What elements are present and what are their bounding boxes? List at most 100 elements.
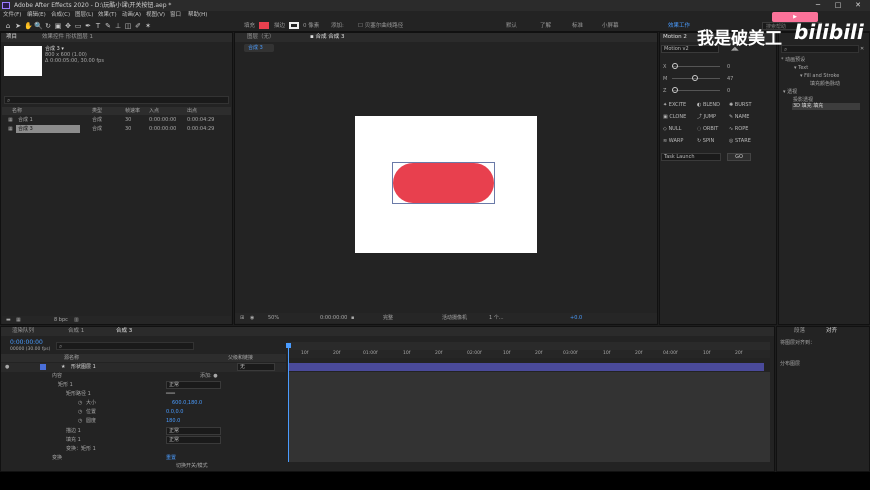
menu-file[interactable]: 文件(F) (3, 11, 21, 20)
stopwatch-icon[interactable]: ◷ (78, 399, 82, 407)
tree-3d-fill[interactable]: 3D 填充 填充 (793, 102, 823, 110)
text-tool-icon[interactable]: T (94, 22, 102, 30)
rope-button[interactable]: ∿ ROPE (729, 125, 748, 133)
minimize-button[interactable]: ─ (810, 0, 826, 11)
slider-x-track[interactable] (672, 66, 720, 67)
tab-layer-none[interactable]: 图层（无） (247, 33, 275, 42)
stopwatch-icon[interactable]: ◷ (78, 417, 82, 425)
menu-animation[interactable]: 动画(A) (122, 11, 141, 20)
brush-tool-icon[interactable]: ✎ (104, 22, 112, 30)
workspace-effects[interactable]: 效果工作 (668, 21, 690, 31)
pen-tool-icon[interactable]: ✒ (84, 22, 92, 30)
slider-y-value[interactable]: 47 (727, 75, 733, 83)
warp-button[interactable]: ≋ WARP (663, 137, 683, 145)
stare-button[interactable]: ◎ STARE (729, 137, 751, 145)
maximize-button[interactable]: □ (830, 0, 846, 11)
slider-z-handle[interactable] (672, 87, 678, 93)
camera-icon[interactable]: ▪ (351, 314, 354, 322)
col-source-name[interactable]: 源名称 (64, 354, 79, 362)
tab-render-queue[interactable]: 渲染队列 (12, 327, 34, 336)
task-launch-dropdown[interactable]: Task Launch (661, 153, 721, 161)
tree-animation-presets[interactable]: * 动画预设 (781, 56, 805, 64)
menu-effect[interactable]: 效果(T) (98, 11, 117, 20)
prop-rect-path[interactable]: 矩形路径 1 (66, 390, 91, 398)
tab-effect-controls[interactable]: 效果控件 形状图层 1 (42, 33, 93, 42)
spin-button[interactable]: ↻ SPIN (697, 137, 714, 145)
tree-fill-stroke[interactable]: ▾ Fill and Stroke (800, 72, 839, 80)
slider-x-value[interactable]: 0 (727, 63, 730, 71)
workspace-learn[interactable]: 了解 (540, 21, 551, 31)
col-in[interactable]: 入点 (149, 107, 159, 115)
layer-duration-bar[interactable] (288, 363, 764, 371)
col-out[interactable]: 出点 (187, 107, 197, 115)
prop-transform-rect[interactable]: 变换：矩形 1 (66, 445, 96, 453)
slider-x-handle[interactable] (672, 63, 678, 69)
prop-position[interactable]: 位置 (86, 408, 96, 416)
stamp-tool-icon[interactable]: ⊥ (114, 22, 122, 30)
fill-color-swatch[interactable] (259, 22, 269, 29)
path-direction[interactable]: ═══ (166, 390, 175, 398)
slider-y-handle[interactable] (692, 75, 698, 81)
parent-dropdown[interactable]: 无 (237, 363, 275, 371)
camera-dropdown[interactable]: 活动摄像机 (442, 314, 467, 322)
bezier-checkbox[interactable]: ☐ 贝塞尔曲线路径 (358, 21, 403, 31)
roto-tool-icon[interactable]: ✐ (134, 22, 142, 30)
workspace-standard[interactable]: 标准 (572, 21, 583, 31)
stroke-color-swatch[interactable] (289, 22, 299, 29)
timeline-search-input[interactable]: ⌕ (56, 342, 194, 350)
tab-comp-3[interactable]: ▪ 合成 合成 3 (310, 33, 344, 42)
zoom-tool-icon[interactable]: 🔍 (34, 22, 43, 30)
stroke-blend-dropdown[interactable]: 正常 (166, 427, 221, 435)
burst-button[interactable]: ✺ BURST (729, 101, 752, 109)
trash-icon[interactable]: ▥ (74, 316, 79, 324)
timeline-graph-area[interactable] (288, 372, 770, 462)
table-row[interactable]: ● ★ 形状图层 1 无 (1, 363, 286, 372)
col-name[interactable]: 名称 (12, 107, 22, 115)
slider-z-track[interactable] (672, 90, 720, 91)
tab-project[interactable]: 项目 (6, 33, 17, 42)
prop-transform[interactable]: 变换 (52, 454, 62, 462)
tab-comp-3-timeline[interactable]: 合成 3 (116, 327, 132, 336)
tab-motion[interactable]: Motion 2 (663, 33, 687, 42)
breadcrumb[interactable]: 合成 3 (244, 44, 274, 52)
prop-contents[interactable]: 内容 (52, 372, 62, 380)
prop-fill[interactable]: 填充 1 (66, 436, 81, 444)
bpc-label[interactable]: 8 bpc (54, 316, 68, 324)
col-fps[interactable]: 帧速率 (125, 107, 140, 115)
exposure-offset[interactable]: +0.0 (570, 314, 582, 322)
camera-tool-icon[interactable]: ▣ (54, 22, 62, 30)
work-area-bar[interactable] (287, 342, 770, 350)
reset-link[interactable]: 重置 (166, 454, 176, 462)
tree-perspective[interactable]: ▾ 透视 (783, 88, 797, 96)
toggle-switches-modes[interactable]: 切换开关/模式 (176, 462, 208, 470)
clone-button[interactable]: ▣ CLONE (663, 113, 686, 121)
tab-paragraph[interactable]: 段落 (794, 327, 805, 336)
tab-comp-1[interactable]: 合成 1 (68, 327, 84, 336)
stopwatch-icon[interactable]: ◷ (78, 408, 82, 416)
effects-search-input[interactable]: ⌕ (781, 45, 859, 53)
list-item[interactable]: ▦ 合成 1 合成 30 0:00:00:00 0:00:04:29 (2, 116, 231, 124)
playhead[interactable] (288, 344, 289, 462)
prop-rect-1[interactable]: 矩形 1 (58, 381, 73, 389)
fill-blend-dropdown[interactable]: 正常 (166, 436, 221, 444)
always-preview-icon[interactable]: ⊞ (240, 314, 244, 322)
orbit-button[interactable]: ◌ ORBIT (697, 125, 718, 133)
excite-button[interactable]: ✦ EXCITE (663, 101, 686, 109)
folder-icon[interactable]: ▬ (6, 316, 11, 324)
add-contents[interactable]: 添加: ● (200, 372, 218, 380)
go-button[interactable]: GO (727, 153, 751, 161)
rectangle-tool-icon[interactable]: ▭ (74, 22, 82, 30)
tree-text[interactable]: ▾ Text (794, 64, 808, 72)
blend-button[interactable]: ◐ BLEND (697, 101, 720, 109)
eye-icon[interactable]: ● (5, 363, 9, 371)
workspace-small-screen[interactable]: 小屏幕 (602, 21, 619, 31)
rect-blend-dropdown[interactable]: 正常 (166, 381, 221, 389)
tab-align[interactable]: 对齐 (826, 327, 837, 336)
views-dropdown[interactable]: 1 个... (489, 314, 504, 322)
project-search-input[interactable]: ⌕ (4, 96, 229, 104)
stroke-width[interactable]: 0 像素 (303, 21, 319, 31)
menu-window[interactable]: 窗口 (170, 11, 181, 20)
slider-z-value[interactable]: 0 (727, 87, 730, 95)
menu-composition[interactable]: 合成(C) (51, 11, 70, 20)
menu-layer[interactable]: 图层(L) (75, 11, 93, 20)
